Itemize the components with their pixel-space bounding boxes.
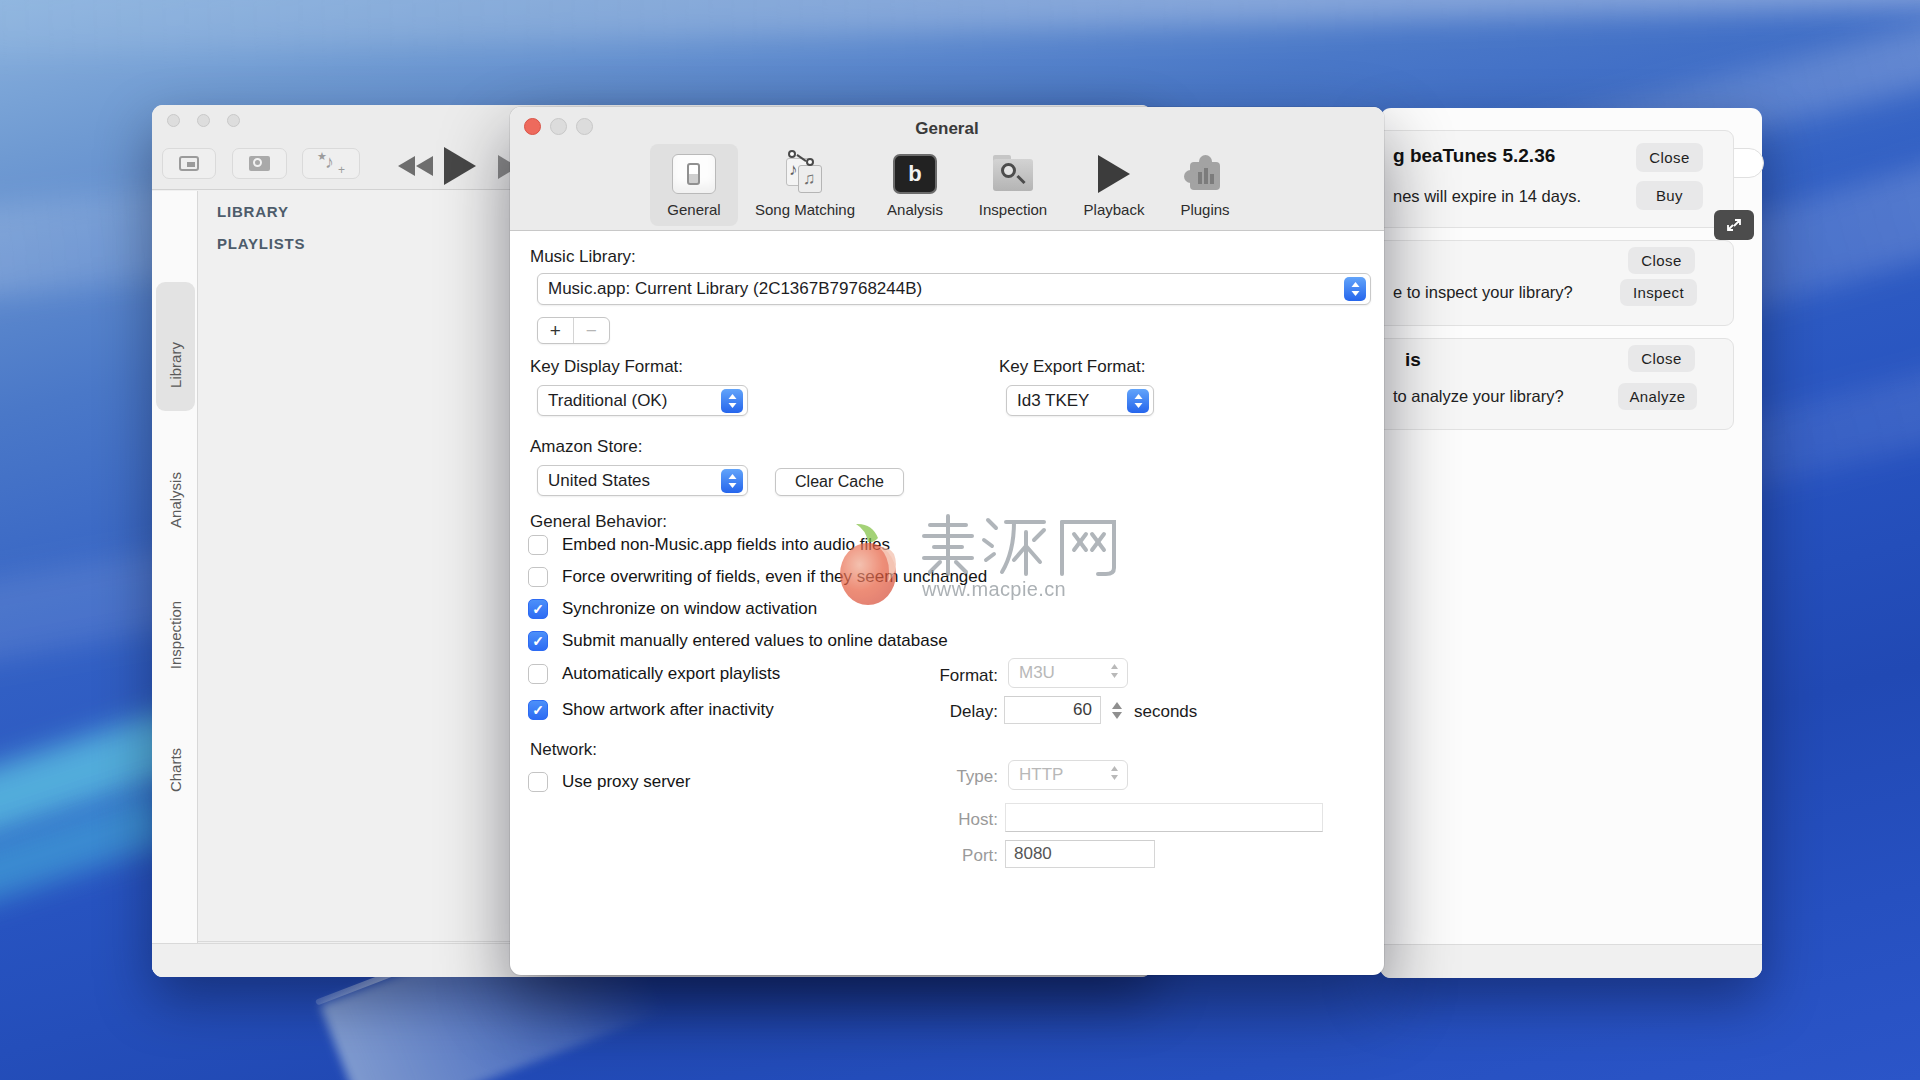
format-select[interactable]: M3U [1008, 658, 1128, 688]
playback-icon [1098, 149, 1130, 199]
tab-song-matching[interactable]: ♪ ♫ Song Matching [744, 144, 866, 226]
checkbox[interactable] [528, 567, 548, 587]
macpie-apple-logo [840, 524, 896, 605]
host-label: Host: [898, 810, 998, 830]
search-folder-icon [249, 156, 270, 171]
checkbox[interactable]: ✓ [528, 599, 548, 619]
card-message: nes will expire in 14 days. [1393, 187, 1581, 206]
amazon-store-select[interactable]: United States [537, 465, 748, 496]
music-library-label: Music Library: [530, 247, 636, 267]
close-button[interactable]: Close [1628, 247, 1695, 274]
clear-cache-button[interactable]: Clear Cache [775, 468, 904, 496]
tab-plugins[interactable]: Plugins [1166, 144, 1244, 226]
card-title: is [1405, 349, 1421, 371]
checkbox[interactable] [528, 535, 548, 555]
card-title: g beaTunes 5.2.36 [1393, 145, 1555, 167]
key-display-format-select[interactable]: Traditional (OK) [537, 385, 748, 416]
tab-playback[interactable]: Playback [1068, 144, 1160, 226]
stepper-icon [1110, 663, 1119, 683]
dialog-header: General General ♪ ♫ [510, 107, 1384, 231]
checkbox-row-submit[interactable]: ✓ Submit manually entered values to onli… [528, 631, 948, 651]
tab-inspection[interactable]: Inspection [964, 144, 1062, 226]
port-label: Port: [898, 846, 998, 866]
section-library[interactable]: LIBRARY [217, 203, 289, 220]
media-view-icon [179, 156, 199, 171]
notifications-window-statusbar [1380, 944, 1762, 978]
port-input[interactable]: 8080 [1005, 840, 1155, 868]
network-label: Network: [530, 740, 597, 760]
add-song-button[interactable]: ♪ ★ + [302, 148, 360, 179]
preferences-tabs: General ♪ ♫ Song Matching [510, 144, 1384, 226]
music-library-select[interactable]: Music.app: Current Library (2C1367B79768… [537, 273, 1371, 305]
general-behavior-label: General Behavior: [530, 512, 667, 532]
delay-stepper[interactable] [1108, 695, 1126, 725]
add-library-button[interactable]: + [538, 318, 574, 343]
media-view-button[interactable] [162, 148, 216, 179]
checkbox-row-synchronize[interactable]: ✓ Synchronize on window activation [528, 599, 817, 619]
checkbox-row-export-playlists[interactable]: Automatically export playlists [528, 664, 780, 684]
delay-input[interactable]: 60 [1004, 696, 1101, 724]
proxy-type-select[interactable]: HTTP [1008, 760, 1128, 790]
stepper-icon [1110, 765, 1119, 785]
tab-general[interactable]: General [650, 144, 738, 226]
song-matching-icon: ♪ ♫ [782, 149, 828, 199]
add-song-icon: ♪ ★ + [319, 154, 343, 174]
card-message: e to inspect your library? [1393, 283, 1573, 302]
zoom-button[interactable] [227, 114, 240, 127]
analyze-button[interactable]: Analyze [1618, 383, 1697, 410]
remove-library-button[interactable]: − [574, 318, 610, 343]
watermark-url: www.macpie.cn [922, 578, 1066, 601]
close-button[interactable]: Close [1636, 143, 1703, 172]
tab-analysis[interactable]: b Analysis [872, 144, 958, 226]
section-playlists[interactable]: PLAYLISTS [217, 235, 305, 252]
expand-icon[interactable] [1714, 210, 1754, 240]
delay-suffix-label: seconds [1134, 702, 1197, 722]
close-button[interactable]: Close [1628, 345, 1695, 372]
buy-button[interactable]: Buy [1636, 181, 1703, 210]
plugins-icon [1184, 149, 1226, 199]
stepper-icon [721, 469, 743, 493]
delay-label: Delay: [898, 702, 998, 722]
close-button[interactable] [167, 114, 180, 127]
stepper-icon [721, 389, 743, 413]
inspect-button[interactable]: Inspect [1620, 279, 1697, 306]
play-icon[interactable] [444, 147, 476, 185]
library-add-remove: + − [537, 317, 610, 344]
checkbox[interactable]: ✓ [528, 631, 548, 651]
checkbox[interactable]: ✓ [528, 700, 548, 720]
card-message: to analyze your library? [1393, 387, 1564, 406]
analysis-icon: b [893, 149, 937, 199]
stepper-icon [1344, 277, 1366, 301]
rewind-icon[interactable] [398, 156, 433, 176]
key-export-format-select[interactable]: Id3 TKEY [1006, 385, 1154, 416]
key-display-format-label: Key Display Format: [530, 357, 683, 377]
sidebar-tab-library[interactable]: Library [167, 342, 184, 388]
minimize-button[interactable] [197, 114, 210, 127]
sidebar-tab-strip [152, 191, 198, 977]
key-export-format-label: Key Export Format: [999, 357, 1145, 377]
stepper-icon [1127, 389, 1149, 413]
general-icon [672, 149, 716, 199]
format-label: Format: [898, 666, 998, 686]
inspection-icon [991, 149, 1035, 199]
checkbox-row-show-artwork[interactable]: ✓ Show artwork after inactivity [528, 700, 774, 720]
sidebar-tab-inspection[interactable]: Inspection [167, 601, 184, 669]
dialog-title: General [510, 119, 1384, 139]
search-folder-button[interactable] [232, 148, 287, 179]
checkbox-row-proxy[interactable]: Use proxy server [528, 772, 690, 792]
checkbox[interactable] [528, 664, 548, 684]
sidebar-tab-analysis[interactable]: Analysis [167, 472, 184, 528]
host-input[interactable] [1005, 803, 1323, 832]
notifications-window: g beaTunes 5.2.36 Close nes will expire … [1380, 108, 1762, 978]
type-label: Type: [898, 767, 998, 787]
watermark: www.macpie.cn [830, 512, 1170, 617]
sidebar-tab-charts[interactable]: Charts [167, 748, 184, 792]
amazon-store-label: Amazon Store: [530, 437, 642, 457]
checkbox[interactable] [528, 772, 548, 792]
